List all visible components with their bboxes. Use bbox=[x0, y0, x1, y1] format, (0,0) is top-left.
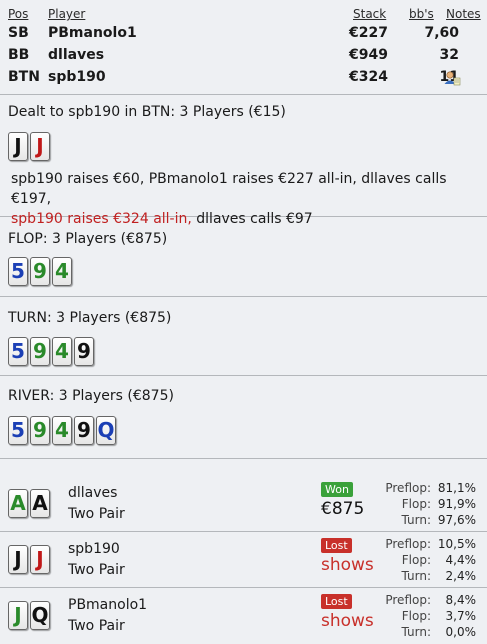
player-bbs: 7,60 bbox=[424, 25, 459, 41]
card: J bbox=[8, 601, 28, 630]
col-pos-header[interactable]: Pos bbox=[8, 7, 28, 21]
equity-label: Flop: bbox=[401, 553, 431, 567]
card: Q bbox=[30, 601, 50, 630]
result-hand-rank: Two Pair bbox=[68, 506, 125, 522]
card: 9 bbox=[74, 337, 94, 366]
turn-title: TURN: 3 Players (€875) bbox=[8, 310, 172, 326]
equity-label: Flop: bbox=[401, 609, 431, 623]
player-pos: SB bbox=[8, 25, 29, 41]
flop-section: FLOP: 3 Players (€875) 5 9 4 bbox=[0, 217, 487, 297]
result-hand-rank: Two Pair bbox=[68, 618, 125, 634]
river-title: RIVER: 3 Players (€875) bbox=[8, 388, 174, 404]
river-section: RIVER: 3 Players (€875) 5 9 4 9 Q bbox=[0, 376, 487, 459]
card: Q bbox=[96, 416, 116, 445]
player-cards: A A bbox=[8, 489, 50, 518]
result-row[interactable]: J Q PBmanolo1 Two Pair Lost shows Preflo… bbox=[0, 591, 487, 643]
player-cards: J Q bbox=[8, 601, 50, 630]
player-bbs: 32 bbox=[439, 47, 459, 63]
player-pos: BB bbox=[8, 47, 30, 63]
card: 9 bbox=[30, 337, 50, 366]
card: J bbox=[30, 545, 50, 574]
status-badge: Lost bbox=[321, 538, 352, 553]
user-note-icon[interactable] bbox=[443, 70, 461, 86]
card: 5 bbox=[8, 337, 28, 366]
turn-cards: 5 9 4 9 bbox=[8, 337, 94, 366]
result-player-name: spb190 bbox=[68, 541, 120, 557]
col-player-header[interactable]: Player bbox=[48, 7, 85, 21]
hole-cards: J J bbox=[8, 132, 50, 161]
col-notes-header[interactable]: Notes bbox=[446, 7, 481, 21]
equity-value: 2,4% bbox=[445, 569, 477, 583]
equity-label: Flop: bbox=[401, 497, 431, 511]
preflop-section: Dealt to spb190 in BTN: 3 Players (€15) … bbox=[0, 95, 487, 227]
player-name: spb190 bbox=[48, 69, 106, 85]
preflop-title: Dealt to spb190 in BTN: 3 Players (€15) bbox=[8, 104, 286, 120]
player-stack: €227 bbox=[349, 25, 388, 41]
equity-value: 91,9% bbox=[437, 497, 476, 511]
flop-cards: 5 9 4 bbox=[8, 257, 72, 286]
result-player-name: dllaves bbox=[68, 485, 118, 501]
col-stack-header[interactable]: Stack bbox=[353, 7, 386, 21]
players-table: Pos Player Stack bb's Notes SB PBmanolo1… bbox=[0, 0, 487, 95]
player-cards: J J bbox=[8, 545, 50, 574]
player-name: dllaves bbox=[48, 47, 105, 63]
player-row-sb[interactable]: SB PBmanolo1 €227 7,60 bbox=[0, 25, 487, 45]
river-cards: 5 9 4 9 Q bbox=[8, 416, 116, 445]
equity-label: Preflop: bbox=[385, 537, 431, 551]
equity-value: 10,5% bbox=[437, 537, 476, 551]
card: 5 bbox=[8, 416, 28, 445]
card: 4 bbox=[52, 416, 72, 445]
equity-label: Turn: bbox=[401, 625, 431, 639]
equity-value: 4,4% bbox=[445, 553, 477, 567]
card: 4 bbox=[52, 257, 72, 286]
player-pos: BTN bbox=[8, 69, 40, 85]
equity-value: 8,4% bbox=[445, 593, 477, 607]
equity-value: 0,0% bbox=[445, 625, 477, 639]
player-name: PBmanolo1 bbox=[48, 25, 137, 41]
equity-label: Turn: bbox=[401, 513, 431, 527]
player-stack: €324 bbox=[349, 69, 388, 85]
card: 4 bbox=[52, 337, 72, 366]
card: J bbox=[8, 545, 28, 574]
result-amount: shows bbox=[321, 611, 374, 631]
turn-section: TURN: 3 Players (€875) 5 9 4 9 bbox=[0, 297, 487, 376]
card: A bbox=[30, 489, 50, 518]
equity-label: Preflop: bbox=[385, 481, 431, 495]
card: J bbox=[30, 132, 50, 161]
card: A bbox=[8, 489, 28, 518]
equity-label: Turn: bbox=[401, 569, 431, 583]
equity-label: Preflop: bbox=[385, 593, 431, 607]
actions-line-1: spb190 raises €60, PBmanolo1 raises €227… bbox=[11, 171, 447, 207]
card: 5 bbox=[8, 257, 28, 286]
result-row[interactable]: A A dllaves Two Pair Won €875 Preflop: 81… bbox=[0, 479, 487, 532]
result-player-name: PBmanolo1 bbox=[68, 597, 148, 613]
col-bbs-header[interactable]: bb's bbox=[409, 7, 434, 21]
player-row-bb[interactable]: BB dllaves €949 32 bbox=[0, 47, 487, 67]
card: 9 bbox=[74, 416, 94, 445]
result-amount: shows bbox=[321, 555, 374, 575]
player-row-btn[interactable]: BTN spb190 €324 11 bbox=[0, 69, 487, 89]
result-hand-rank: Two Pair bbox=[68, 562, 125, 578]
card: 9 bbox=[30, 416, 50, 445]
equity-value: 97,6% bbox=[437, 513, 476, 527]
card: 9 bbox=[30, 257, 50, 286]
status-badge: Lost bbox=[321, 594, 352, 609]
card: J bbox=[8, 132, 28, 161]
flop-title: FLOP: 3 Players (€875) bbox=[8, 231, 168, 247]
result-row[interactable]: J J spb190 Two Pair Lost shows Preflop: 1… bbox=[0, 535, 487, 588]
player-stack: €949 bbox=[349, 47, 388, 63]
result-amount: €875 bbox=[321, 499, 365, 519]
equity-value: 3,7% bbox=[445, 609, 477, 623]
equity-value: 81,1% bbox=[437, 481, 476, 495]
status-badge: Won bbox=[321, 482, 353, 497]
